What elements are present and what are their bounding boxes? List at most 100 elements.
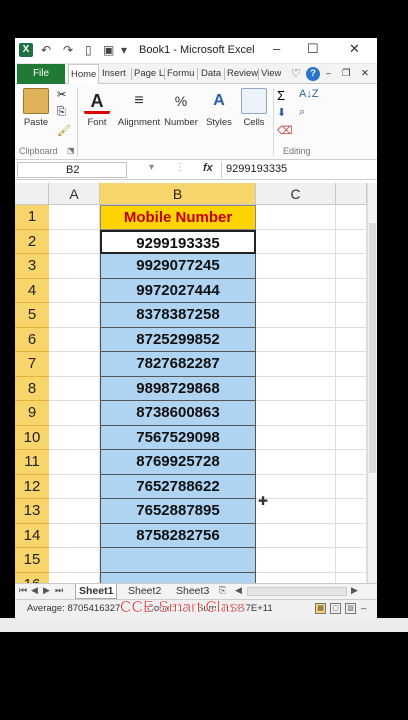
ribbon-minimize-icon[interactable]: – <box>326 64 331 84</box>
quick-access-dropdown-icon[interactable]: ▾ <box>121 43 127 57</box>
cell-a[interactable] <box>49 229 100 254</box>
cell-a[interactable] <box>49 327 100 352</box>
row-header[interactable]: 5 <box>15 303 49 328</box>
cell-a[interactable] <box>49 450 100 475</box>
maximize-button[interactable]: ☐ <box>307 41 319 57</box>
scrollbar-thumb[interactable] <box>369 223 376 473</box>
sort-filter-icon[interactable]: A↓Z <box>299 88 319 100</box>
active-cell-b2[interactable]: 9299193335 <box>100 229 256 254</box>
paste-button[interactable]: Paste <box>19 88 53 128</box>
cell-d[interactable] <box>336 450 367 475</box>
row-header[interactable]: 10 <box>15 425 49 450</box>
insert-sheet-icon[interactable]: ⎘ <box>219 585 226 596</box>
select-all-corner[interactable] <box>15 183 49 205</box>
row-header[interactable]: 4 <box>15 278 49 303</box>
fill-icon[interactable]: ⬇ <box>277 106 286 119</box>
cell-b[interactable]: 8378387258 <box>100 303 256 328</box>
font-button[interactable]: A Font <box>81 88 113 128</box>
tab-file[interactable]: File <box>17 64 65 84</box>
last-sheet-arrow-icon[interactable]: ⏭ <box>55 585 63 596</box>
page-layout-view-icon[interactable]: ▢ <box>330 603 341 614</box>
cell-a[interactable] <box>49 352 100 377</box>
name-box[interactable]: B2 <box>17 162 127 178</box>
cell-b[interactable] <box>100 548 256 573</box>
next-sheet-arrow-icon[interactable]: ▶ <box>43 585 50 596</box>
hscroll-right-icon[interactable]: ▶ <box>351 585 358 596</box>
name-box-dropdown-icon[interactable]: ▾ <box>149 162 154 173</box>
cell-a[interactable] <box>49 523 100 548</box>
cell-c[interactable] <box>256 303 336 328</box>
cell-c[interactable] <box>256 327 336 352</box>
cell-a[interactable] <box>49 278 100 303</box>
row-header[interactable]: 3 <box>15 254 49 279</box>
help-icon[interactable]: ? <box>306 67 320 81</box>
cell-a[interactable] <box>49 499 100 524</box>
row-header[interactable]: 1 <box>15 205 49 230</box>
page-break-view-icon[interactable]: ▥ <box>345 603 356 614</box>
cell-b[interactable]: 8769925728 <box>100 450 256 475</box>
redo-icon[interactable]: ↷ <box>63 43 73 57</box>
row-header[interactable]: 12 <box>15 474 49 499</box>
formula-input[interactable]: 9299193335 <box>221 162 371 178</box>
save-icon[interactable]: ▣ <box>103 43 114 57</box>
column-header-d[interactable] <box>336 183 367 205</box>
cell-c[interactable] <box>256 401 336 426</box>
row-header[interactable]: 8 <box>15 376 49 401</box>
hscroll-left-icon[interactable]: ◀ <box>235 585 242 596</box>
cell-b[interactable]: 7567529098 <box>100 425 256 450</box>
cell-b[interactable]: 9898729868 <box>100 376 256 401</box>
cell-b[interactable]: 9929077245 <box>100 254 256 279</box>
cell-c[interactable] <box>256 376 336 401</box>
cell-d[interactable] <box>336 254 367 279</box>
cell-a[interactable] <box>49 425 100 450</box>
cell-d[interactable] <box>336 499 367 524</box>
row-header[interactable]: 9 <box>15 401 49 426</box>
cell-c[interactable] <box>256 278 336 303</box>
cell-d[interactable] <box>336 205 367 230</box>
cell-d[interactable] <box>336 401 367 426</box>
cell-b[interactable]: 9972027444 <box>100 278 256 303</box>
cell-b[interactable]: 8725299852 <box>100 327 256 352</box>
cell-c[interactable] <box>256 450 336 475</box>
cell-b[interactable]: 7652788622 <box>100 474 256 499</box>
undo-icon[interactable]: ↶ <box>41 43 51 57</box>
horizontal-scrollbar[interactable] <box>247 587 347 596</box>
clear-icon[interactable]: ⌫ <box>277 124 293 137</box>
cell-b[interactable]: 8758282756 <box>100 523 256 548</box>
cell-a[interactable] <box>49 205 100 230</box>
cell-a[interactable] <box>49 303 100 328</box>
cell-c[interactable] <box>256 254 336 279</box>
cell-d[interactable] <box>336 376 367 401</box>
row-header[interactable]: 11 <box>15 450 49 475</box>
excel-app-icon[interactable]: X <box>19 43 33 57</box>
ribbon-close-icon[interactable]: ✕ <box>361 64 369 84</box>
format-painter-icon[interactable]: 🖌 <box>57 124 71 137</box>
cell-a[interactable] <box>49 376 100 401</box>
tab-review[interactable]: Review <box>227 64 258 84</box>
tab-data[interactable]: Data <box>201 64 221 84</box>
zoom-out-icon[interactable]: – <box>361 603 366 614</box>
tab-insert[interactable]: Insert <box>102 64 126 84</box>
cell-a[interactable] <box>49 548 100 573</box>
cell-d[interactable] <box>336 303 367 328</box>
minimize-button[interactable]: – <box>273 41 280 56</box>
cell-d[interactable] <box>336 548 367 573</box>
cell-c[interactable] <box>256 205 336 230</box>
styles-button[interactable]: A Styles <box>203 88 235 128</box>
cell-b[interactable]: 7827682287 <box>100 352 256 377</box>
normal-view-icon[interactable]: ▦ <box>315 603 326 614</box>
cell-a[interactable] <box>49 401 100 426</box>
vertical-scrollbar[interactable] <box>367 183 377 583</box>
autosum-icon[interactable]: Σ <box>277 88 285 103</box>
prev-sheet-arrow-icon[interactable]: ◀ <box>31 585 38 596</box>
row-header[interactable]: 6 <box>15 327 49 352</box>
cell-d[interactable] <box>336 352 367 377</box>
cell-b[interactable]: 7652887895 <box>100 499 256 524</box>
cell-c[interactable] <box>256 229 336 254</box>
insert-function-icon[interactable]: fx <box>203 162 213 174</box>
cell-d[interactable] <box>336 474 367 499</box>
column-header-a[interactable]: A <box>49 183 100 205</box>
first-sheet-arrow-icon[interactable]: ⏮ <box>19 585 27 596</box>
sheet-tab-2[interactable]: Sheet2 <box>125 584 164 599</box>
tab-page-layout[interactable]: Page L <box>134 64 164 84</box>
